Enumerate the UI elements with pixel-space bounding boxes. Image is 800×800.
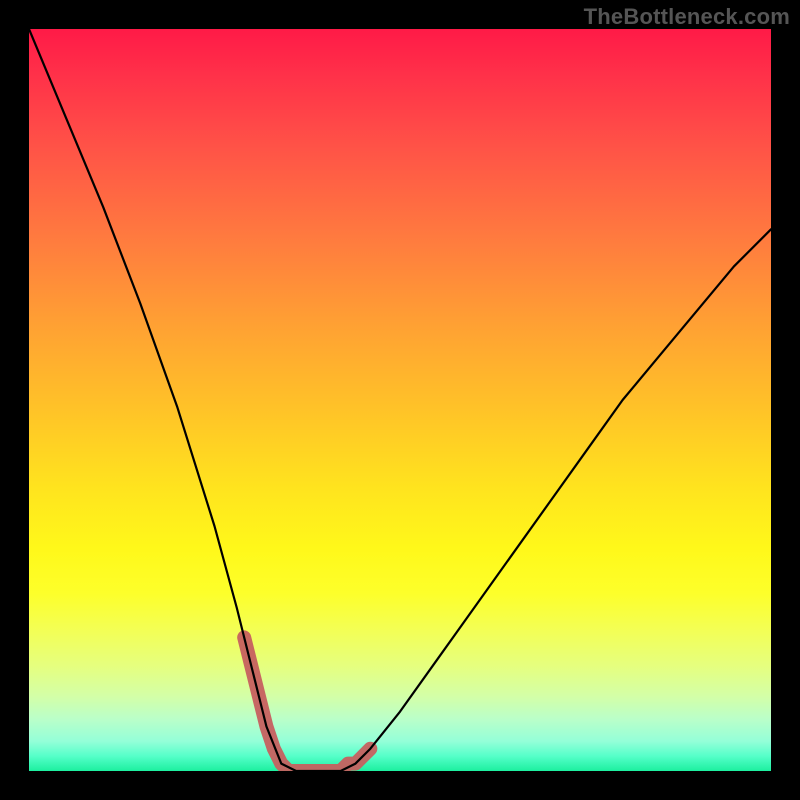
- sweet-spot-overlay: [244, 637, 370, 771]
- bottleneck-curve: [29, 29, 771, 771]
- plot-area: [29, 29, 771, 771]
- curve-layer: [29, 29, 771, 771]
- chart-frame: TheBottleneck.com: [0, 0, 800, 800]
- watermark-text: TheBottleneck.com: [584, 4, 790, 30]
